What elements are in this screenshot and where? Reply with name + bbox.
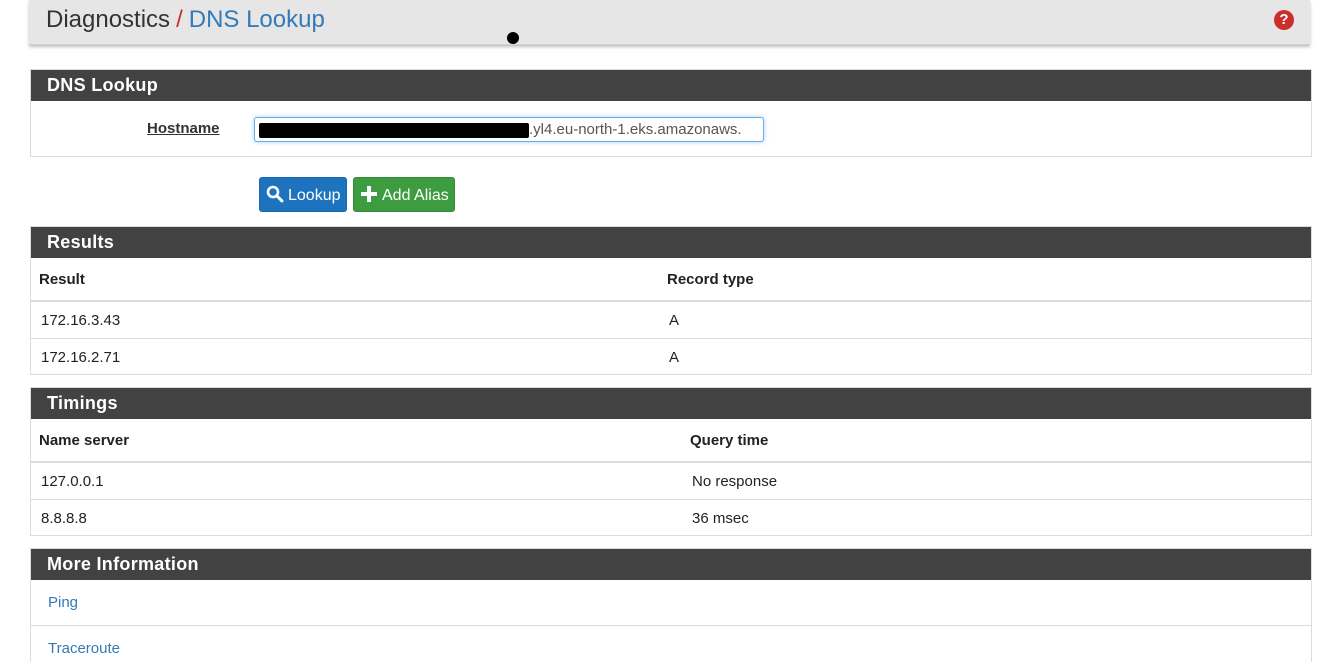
- ping-link[interactable]: Ping: [31, 580, 1311, 626]
- table-row: 172.16.2.71 A: [31, 339, 1311, 376]
- hostname-label: Hostname: [147, 120, 220, 137]
- query-time-cell: 36 msec: [692, 509, 749, 527]
- plus-icon: [361, 186, 377, 203]
- name-server-cell: 8.8.8.8: [41, 509, 87, 527]
- panel-title: More Information: [31, 549, 1311, 580]
- table-header-row: Name server Query time: [31, 419, 1311, 463]
- column-header: Result: [31, 258, 659, 302]
- add-alias-label: Add Alias: [382, 187, 449, 204]
- breadcrumb-current[interactable]: DNS Lookup: [189, 6, 325, 33]
- column-header: Record type: [659, 258, 1311, 302]
- hostname-input[interactable]: .yl4.eu-north-1.eks.amazonaws.: [254, 117, 764, 142]
- query-time-cell: No response: [682, 462, 1311, 500]
- question-circle-icon[interactable]: ?: [1274, 10, 1294, 30]
- column-header: Query time: [682, 419, 1311, 463]
- breadcrumb-separator: /: [176, 6, 183, 33]
- panel-title: Results: [31, 227, 1311, 258]
- search-icon: [266, 185, 284, 203]
- column-header: Name server: [31, 419, 682, 463]
- results-table: Result Record type 172.16.3.43 A 172.16.…: [31, 258, 1311, 375]
- result-cell: 172.16.2.71: [41, 348, 121, 366]
- record-type-cell: A: [669, 348, 680, 366]
- breadcrumb-parent[interactable]: Diagnostics: [46, 6, 170, 33]
- table-row: 127.0.0.1 No response: [31, 462, 1311, 500]
- hostname-value: .yl4.eu-north-1.eks.amazonaws.: [529, 121, 742, 138]
- panel-title: Timings: [31, 388, 1311, 419]
- add-alias-button[interactable]: Add Alias: [353, 177, 455, 212]
- more-information-panel: More Information Ping Traceroute: [30, 548, 1312, 662]
- dns-lookup-panel: DNS Lookup Hostname .yl4.eu-north-1.eks.…: [30, 69, 1312, 157]
- table-row: 8.8.8.8 36 msec: [31, 500, 1311, 537]
- redaction-mark: [259, 123, 529, 138]
- panel-title: DNS Lookup: [31, 70, 1311, 101]
- name-server-cell: 127.0.0.1: [31, 462, 682, 500]
- lookup-label: Lookup: [288, 187, 341, 204]
- record-type-cell: A: [659, 301, 1311, 339]
- lookup-button[interactable]: Lookup: [259, 177, 347, 212]
- result-cell: 172.16.3.43: [31, 301, 659, 339]
- table-row: 172.16.3.43 A: [31, 301, 1311, 339]
- timings-panel: Timings Name server Query time 127.0.0.1…: [30, 387, 1312, 536]
- results-panel: Results Result Record type 172.16.3.43 A…: [30, 226, 1312, 375]
- page: Diagnostics / DNS Lookup ? DNS Lookup Host…: [0, 0, 1321, 662]
- breadcrumb: Diagnostics / DNS Lookup: [46, 5, 325, 35]
- timings-table: Name server Query time 127.0.0.1 No resp…: [31, 419, 1311, 536]
- table-header-row: Result Record type: [31, 258, 1311, 302]
- mouse-cursor-icon: [507, 32, 519, 44]
- hostname-row: Hostname .yl4.eu-north-1.eks.amazonaws.: [31, 101, 1311, 156]
- breadcrumb-bar: Diagnostics / DNS Lookup ?: [29, 0, 1310, 45]
- traceroute-link[interactable]: Traceroute: [31, 626, 1311, 662]
